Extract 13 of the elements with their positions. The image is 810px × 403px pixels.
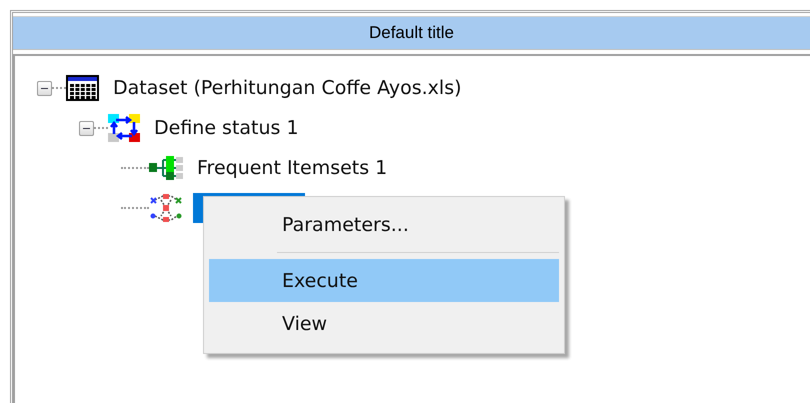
menu-item[interactable]: Execute <box>209 259 559 302</box>
table-icon <box>66 75 99 101</box>
menu-item[interactable]: View <box>209 302 559 345</box>
arrows-icon <box>108 114 140 142</box>
panel-title: Default title <box>13 16 810 50</box>
menu-item[interactable]: Parameters... <box>209 203 559 246</box>
hierarchy-icon <box>149 155 183 181</box>
collapse-toggle[interactable] <box>37 80 52 96</box>
network-icon <box>149 194 183 222</box>
collapse-toggle[interactable] <box>79 120 94 136</box>
tree-node-label[interactable]: Frequent Itemsets 1 <box>193 154 392 182</box>
tree-node-label[interactable]: Define status 1 <box>150 114 303 142</box>
tree-node-label[interactable]: Dataset (Perhitungan Coffe Ayos.xls) <box>109 74 466 102</box>
